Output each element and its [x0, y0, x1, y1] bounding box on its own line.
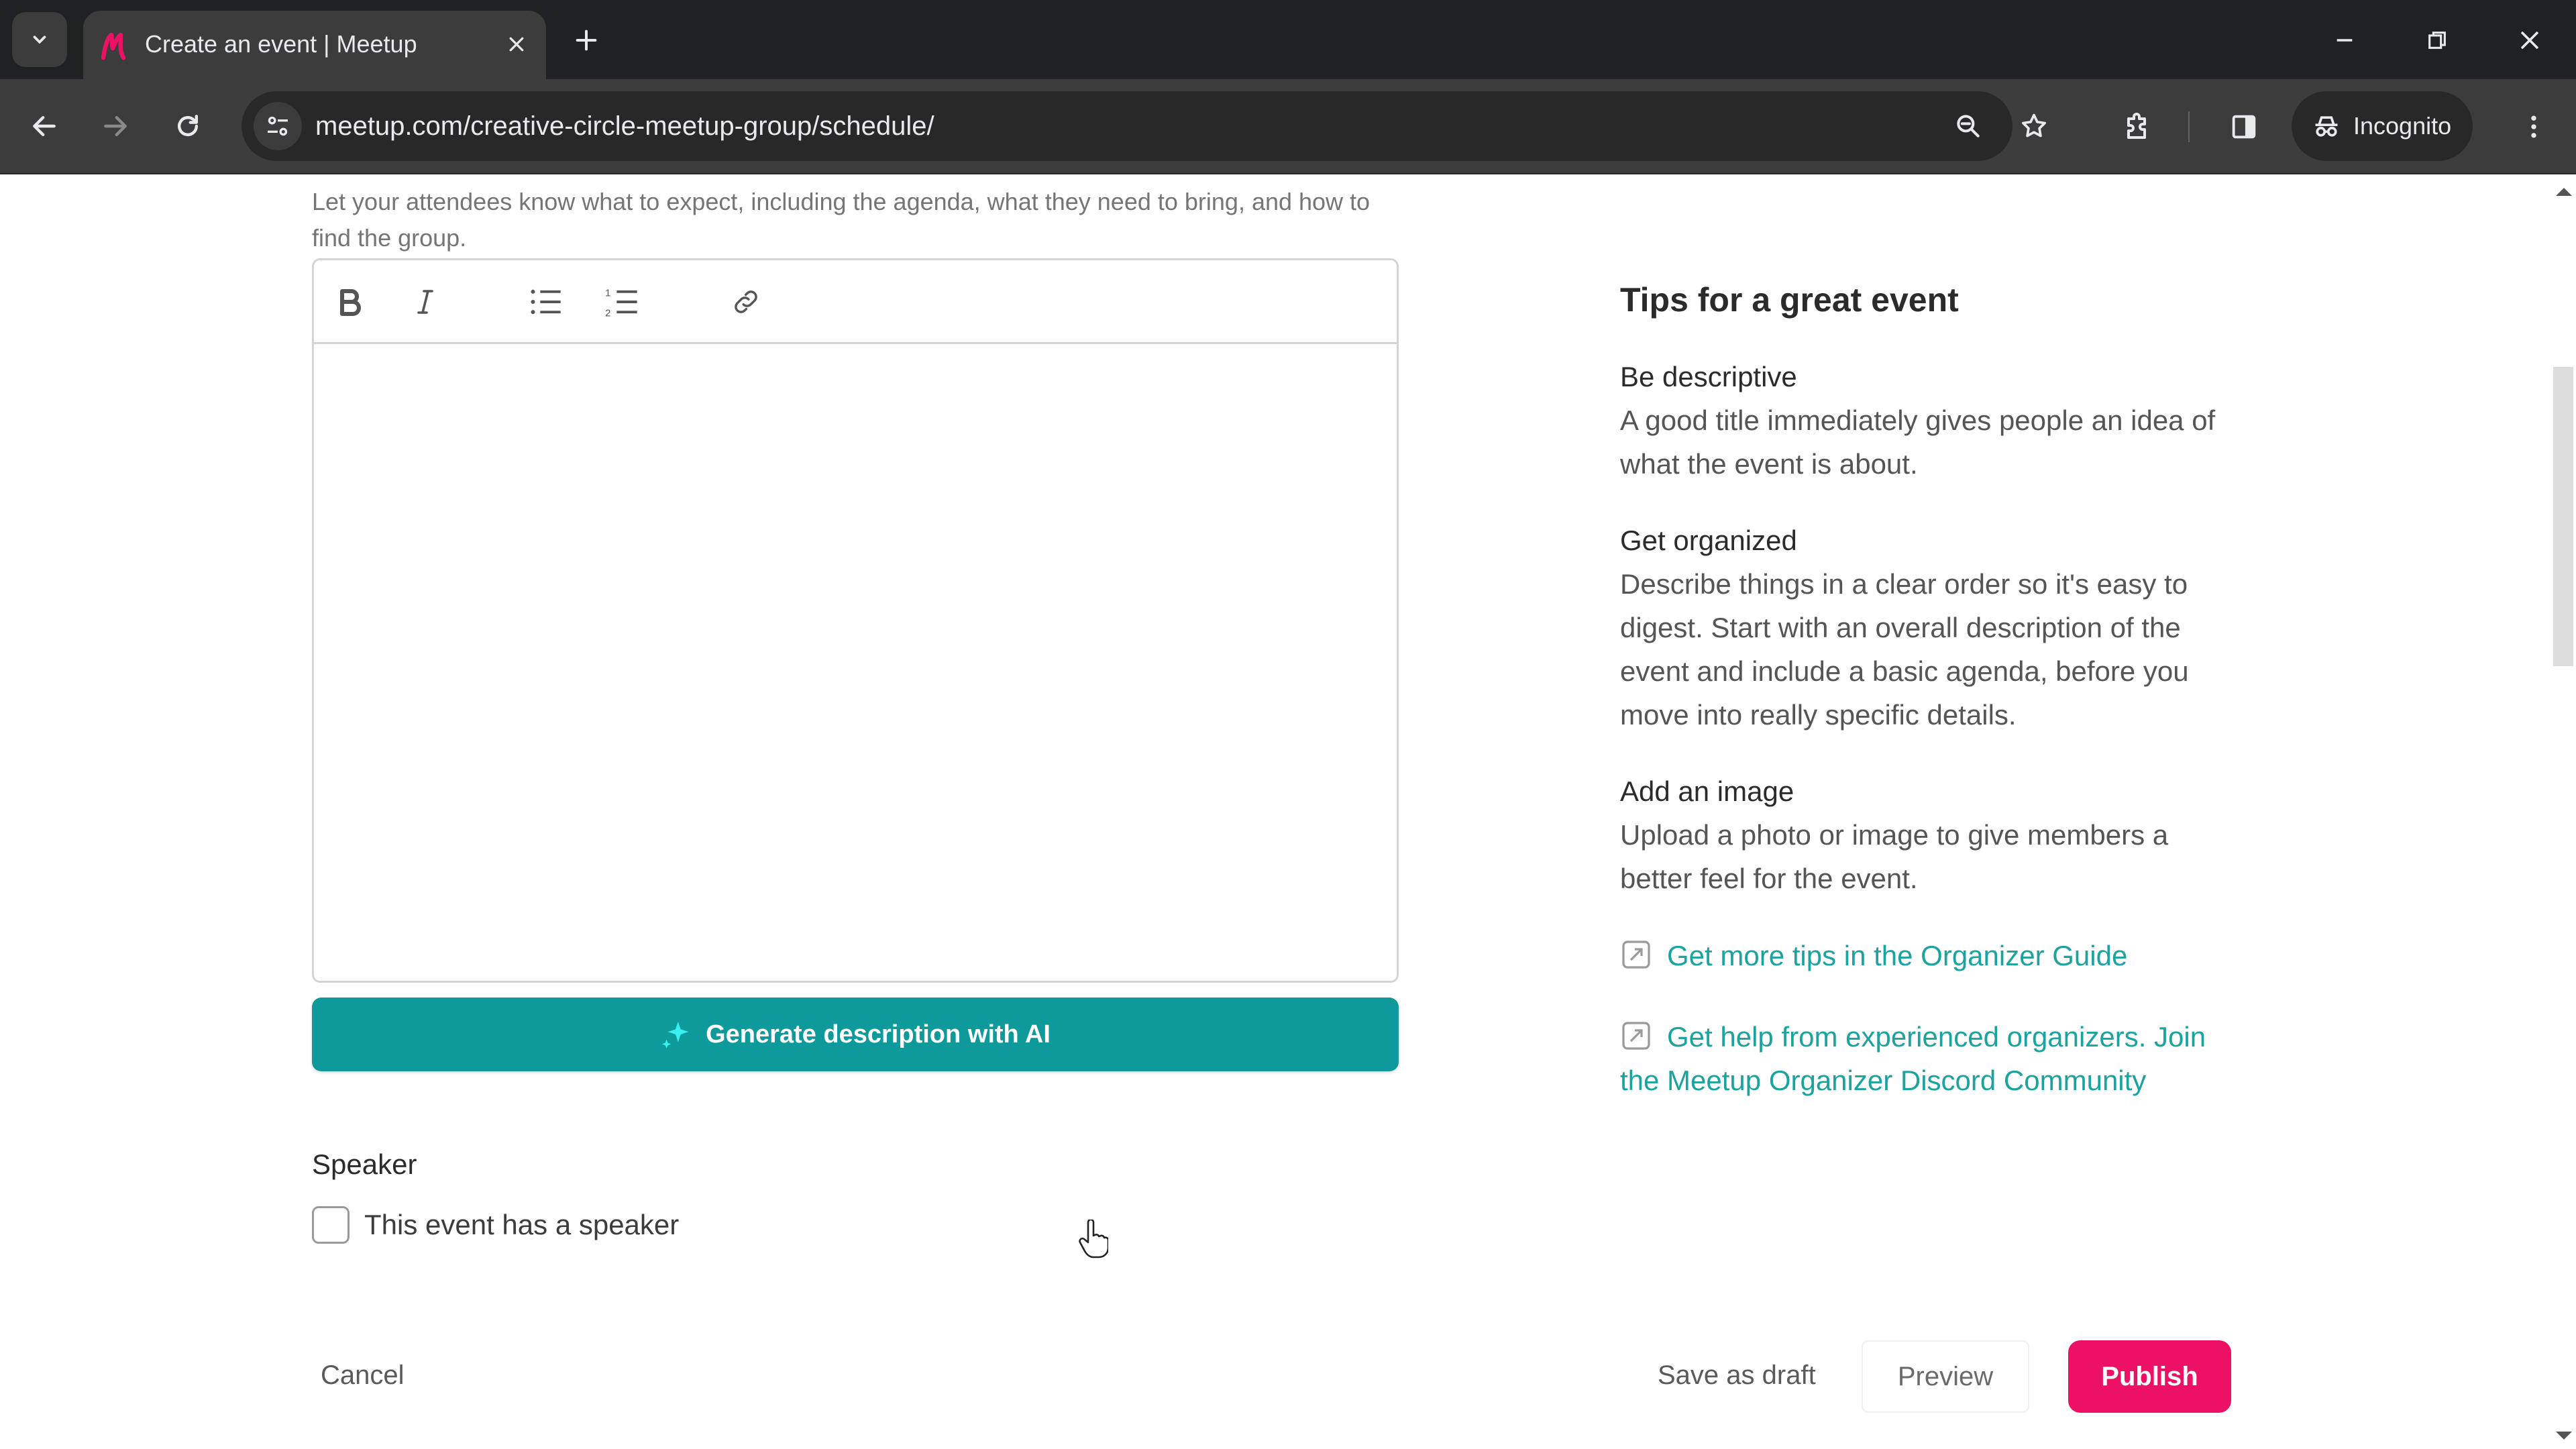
save-as-draft-button[interactable]: Save as draft [1658, 1356, 1816, 1394]
minimize-icon [2337, 39, 2353, 42]
scrollbar-thumb[interactable] [2553, 367, 2573, 666]
more-vertical-icon [2531, 115, 2536, 138]
meetup-favicon-icon [101, 32, 126, 60]
extensions-button[interactable] [2112, 102, 2161, 152]
tab-title: Create an event | Meetup [145, 30, 417, 58]
star-icon [2022, 113, 2046, 138]
browser-toolbar: meetup.com/creative-circle-meetup-group/… [0, 79, 2576, 174]
discord-community-link-text[interactable]: Get help from experienced organizers. Jo… [1620, 1021, 2206, 1096]
forward-button[interactable] [89, 99, 142, 153]
browser-menu-button[interactable] [2509, 102, 2559, 152]
create-event-page: Let your attendees know what to expect, … [0, 176, 2549, 1449]
tip-body: A good title immediately gives people an… [1620, 405, 2216, 480]
bullet-list-icon [531, 289, 561, 315]
chevron-down-icon [33, 36, 46, 44]
bold-button[interactable] [329, 280, 372, 323]
tab-search-button[interactable] [12, 12, 67, 67]
page-scrollbar[interactable] [2549, 176, 2576, 1449]
close-window-button[interactable] [2500, 13, 2560, 67]
link-button[interactable] [724, 280, 767, 323]
speaker-section-label: Speaker [312, 1148, 417, 1180]
svg-text:1: 1 [605, 287, 610, 299]
ai-button-label: Generate description with AI [706, 1020, 1051, 1049]
description-hint: Let your attendees know what to expect, … [312, 188, 1371, 252]
tip-item: Get organized Describe things in a clear… [1620, 519, 2244, 737]
svg-text:2: 2 [605, 308, 610, 318]
url-text[interactable]: meetup.com/creative-circle-meetup-group/… [315, 91, 934, 161]
bold-icon [340, 289, 361, 316]
speaker-checkbox-row[interactable]: This event has a speaker [312, 1206, 679, 1244]
zoom-indicator-button[interactable] [1948, 106, 1988, 146]
arrow-right-icon [104, 115, 127, 137]
zoom-icon [1957, 115, 1980, 138]
tip-item: Be descriptive A good title immediately … [1620, 356, 2244, 486]
publish-button[interactable]: Publish [2068, 1340, 2231, 1413]
browser-tab-active[interactable]: Create an event | Meetup [83, 11, 546, 79]
puzzle-icon [2127, 113, 2146, 139]
incognito-label: Incognito [2353, 112, 2452, 140]
restore-icon [2428, 32, 2446, 49]
close-icon [509, 37, 524, 52]
tune-icon [268, 116, 288, 136]
tab-close-button[interactable] [498, 25, 535, 63]
incognito-indicator[interactable]: Incognito [2292, 91, 2473, 161]
tip-heading: Add an image [1620, 775, 1794, 807]
tip-heading: Get organized [1620, 525, 1797, 556]
preview-button[interactable]: Preview [1862, 1340, 2029, 1413]
speaker-checkbox-label: This event has a speaker [364, 1209, 680, 1240]
link-icon [735, 290, 757, 313]
site-info-button[interactable] [254, 102, 302, 150]
description-editor: 12 [312, 258, 1399, 983]
tip-body: Describe things in a clear order so it's… [1620, 568, 2189, 731]
tip-body: Upload a photo or image to give members … [1620, 819, 2169, 894]
editor-toolbar: 12 [314, 260, 1397, 344]
speaker-checkbox[interactable] [312, 1206, 350, 1244]
bookmark-button[interactable] [2014, 106, 2054, 146]
close-icon [2520, 31, 2539, 50]
scroll-up-arrow-icon[interactable] [2556, 188, 2572, 196]
numbered-list-button[interactable]: 12 [601, 280, 644, 323]
new-tab-button[interactable] [565, 19, 608, 62]
plus-icon [576, 30, 597, 51]
organizer-guide-link-text[interactable]: Get more tips in the Organizer Guide [1667, 940, 2127, 971]
restore-button[interactable] [2407, 13, 2467, 67]
side-panel-button[interactable] [2219, 102, 2269, 152]
arrow-left-icon [33, 115, 56, 137]
minimize-button[interactable] [2314, 13, 2375, 67]
external-link-icon [1622, 941, 1650, 969]
back-button[interactable] [17, 99, 71, 153]
tips-title: Tips for a great event [1620, 281, 1959, 319]
italic-icon [417, 290, 433, 314]
discord-community-link[interactable]: Get help from experienced organizers. Jo… [1620, 1015, 2244, 1102]
sparkle-icon [661, 1021, 689, 1049]
tips-panel: Tips for a great event Be descriptive A … [1620, 276, 2244, 1140]
toolbar-divider [2188, 111, 2190, 142]
numbered-list-icon: 12 [605, 287, 637, 318]
italic-button[interactable] [404, 280, 447, 323]
reload-button[interactable] [161, 99, 215, 153]
external-link-icon [1622, 1022, 1650, 1050]
bullet-list-button[interactable] [525, 280, 568, 323]
side-panel-icon [2232, 115, 2256, 139]
tip-item: Add an image Upload a photo or image to … [1620, 770, 2244, 900]
address-bar[interactable]: meetup.com/creative-circle-meetup-group/… [241, 91, 2046, 161]
browser-tab-strip: Create an event | Meetup [0, 0, 2576, 79]
scroll-down-arrow-icon[interactable] [2556, 1432, 2572, 1440]
cancel-button[interactable]: Cancel [321, 1356, 405, 1394]
incognito-icon [2315, 116, 2338, 137]
reload-icon [177, 115, 199, 137]
organizer-guide-link[interactable]: Get more tips in the Organizer Guide [1620, 934, 2244, 977]
generate-description-ai-button[interactable]: Generate description with AI [312, 998, 1399, 1071]
tip-heading: Be descriptive [1620, 361, 1797, 392]
description-input[interactable] [314, 346, 1397, 981]
hand-pointer-cursor-icon [1079, 1220, 1108, 1258]
